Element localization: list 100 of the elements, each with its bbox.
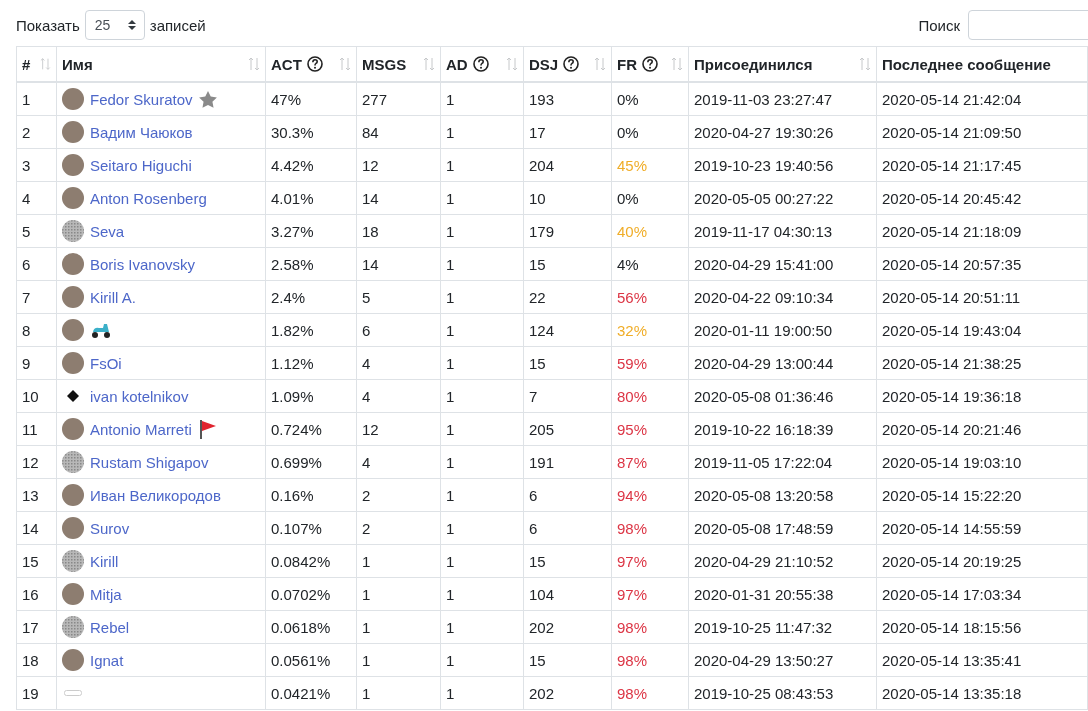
table-cell: 7 [523,379,612,413]
table-cell: 0.699% [265,445,357,479]
table-cell: 12 [356,412,441,446]
column-header[interactable]: ACT [265,46,357,82]
table-cell: 19 [16,676,57,710]
column-header[interactable]: FR [611,46,689,82]
table-cell: 0% [611,181,689,215]
table-cell: 2019-10-23 19:40:56 [688,148,877,182]
table-cell: 0.0561% [265,643,357,677]
table-cell: 1 [356,577,441,611]
table-cell: 6 [523,511,612,545]
table-cell: 1 [440,610,524,644]
table-cell: 1.09% [265,379,357,413]
page-length-select[interactable]: 25 [84,10,145,40]
table-cell: 1 [440,544,524,578]
table-cell: 1 [440,214,524,248]
avatar-photo-placeholder [62,649,84,671]
table-cell: 0.16% [265,478,357,512]
avatar-photo-placeholder [62,352,84,374]
table-cell: 2019-10-25 08:43:53 [688,676,877,710]
table-cell: 2020-05-08 17:48:59 [688,511,877,545]
table-cell: 124 [523,313,612,347]
sort-icon [423,57,435,71]
table-cell: 2020-04-29 15:41:00 [688,247,877,281]
table-cell: 6 [523,478,612,512]
column-header[interactable]: DSJ [523,46,612,82]
column-header[interactable]: Присоединился [688,46,877,82]
table-cell: 2020-05-14 20:57:35 [876,247,1088,281]
table-cell: 2020-05-05 00:27:22 [688,181,877,215]
table-cell: 2020-01-31 20:55:38 [688,577,877,611]
column-header[interactable]: Имя [56,46,266,82]
search-field[interactable] [968,10,1088,40]
user-name-link[interactable]: FsOi [90,354,122,372]
avatar-pattern-icon [62,220,84,242]
table-cell: 94% [611,478,689,512]
table-cell: 95% [611,412,689,446]
search-label: Поиск [918,16,960,34]
table-cell: 5 [356,280,441,314]
table-cell: 18 [356,214,441,248]
user-name-link[interactable]: Rebel [90,618,130,636]
flag-icon [197,419,218,439]
table-cell: 2020-05-14 13:35:18 [876,676,1088,710]
table-cell: 2020-05-14 18:15:56 [876,610,1088,644]
table-cell: 2020-05-14 21:42:04 [876,82,1088,116]
table-cell: 2 [356,478,441,512]
avatar-photo-placeholder [62,319,84,341]
table-cell: 59% [611,346,689,380]
user-name-link[interactable]: Seva [90,222,125,240]
sort-icon [594,57,606,71]
table-cell: 17 [523,115,612,149]
table-cell: 15 [523,247,612,281]
user-name-link[interactable]: Mitja [90,585,122,603]
table-cell: 6 [356,313,441,347]
table-cell: 1 [440,82,524,116]
table-cell: 0% [611,82,689,116]
table-cell: 7 [16,280,57,314]
help-icon [306,56,323,72]
table-cell: 1.12% [265,346,357,380]
column-header[interactable]: # [16,46,57,82]
avatar-photo-placeholder [62,88,84,110]
table-cell: 16 [16,577,57,611]
table-cell: 84 [356,115,441,149]
user-name-link[interactable]: Surov [90,519,130,537]
table-cell: 98% [611,511,689,545]
table-cell: 0.0842% [265,544,357,578]
sort-icon [859,57,871,71]
table-cell: 2020-05-14 21:18:09 [876,214,1088,248]
table-cell: 11 [16,412,57,446]
table-cell: 4.42% [265,148,357,182]
table-cell: 15 [523,643,612,677]
table-cell: 2020-04-22 09:10:34 [688,280,877,314]
table-cell: 2 [356,511,441,545]
table-cell: 1 [440,412,524,446]
table-cell: 14 [356,247,441,281]
table-cell: 1 [16,82,57,116]
user-name-link[interactable]: Ignat [90,651,124,669]
user-name-link[interactable]: Kirill A. [90,288,136,306]
column-title: Последнее сообщение [882,55,1051,73]
table-cell: 14 [356,181,441,215]
table-cell: 30.3% [265,115,357,149]
table-cell: 97% [611,577,689,611]
table-cell: 10 [523,181,612,215]
avatar-photo-placeholder [62,418,84,440]
table-cell: 98% [611,676,689,710]
table-cell: 13 [16,478,57,512]
column-header[interactable]: Последнее сообщение [876,46,1088,82]
table-cell: 2 [16,115,57,149]
table-cell: 1 [440,478,524,512]
column-title: ACT [271,55,302,73]
table-cell: 9 [16,346,57,380]
table-cell: 5 [16,214,57,248]
column-header[interactable]: MSGS [356,46,441,82]
table-cell: 2020-04-29 13:00:44 [688,346,877,380]
column-title: FR [617,55,637,73]
sort-icon [671,57,683,71]
avatar-pattern-icon [62,550,84,572]
user-name-link[interactable]: Kirill [90,552,119,570]
column-header[interactable]: AD [440,46,524,82]
table-cell: 40% [611,214,689,248]
table-cell: 12 [16,445,57,479]
